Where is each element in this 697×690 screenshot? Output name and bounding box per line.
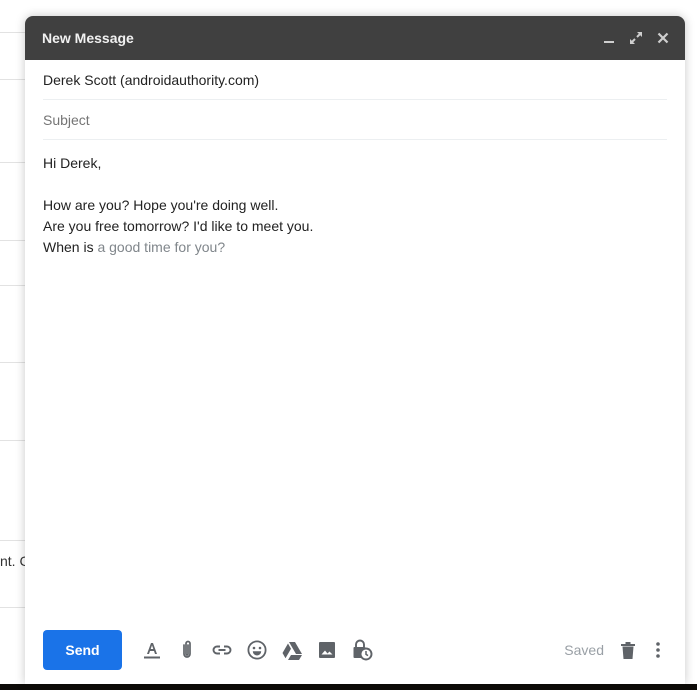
close-button[interactable]: [650, 25, 676, 51]
to-field[interactable]: Derek Scott (androidauthority.com): [43, 60, 667, 100]
expand-icon: [630, 32, 642, 44]
body-line-1: How are you? Hope you're doing well.: [43, 197, 279, 213]
full-screen-button[interactable]: [623, 25, 649, 51]
recipient-chip[interactable]: Derek Scott (androidauthority.com): [43, 72, 259, 88]
format-text-icon: [143, 643, 160, 659]
confidential-mode-button[interactable]: [344, 635, 379, 665]
body-blank-line: [43, 174, 667, 195]
link-icon: [212, 645, 231, 655]
subject-input[interactable]: [43, 111, 667, 128]
minimize-icon: [604, 41, 614, 43]
insert-drive-file-button[interactable]: [274, 635, 309, 665]
photo-icon: [318, 642, 335, 658]
lock-clock-icon: [353, 639, 372, 661]
trash-icon: [620, 642, 635, 659]
close-icon: [657, 32, 669, 44]
drive-icon: [282, 642, 302, 660]
compose-window: New Message Derek Scott (androidauthorit…: [25, 16, 685, 684]
insert-link-button[interactable]: [204, 635, 239, 665]
body-greeting: Hi Derek,: [43, 155, 102, 171]
more-options-button[interactable]: [645, 635, 671, 665]
taskbar-strip: [0, 684, 697, 690]
minimize-button[interactable]: [596, 25, 622, 51]
smart-compose-suggestion: a good time for you?: [97, 239, 226, 255]
message-body[interactable]: Hi Derek, How are you? Hope you're doing…: [25, 140, 685, 258]
draft-status: Saved: [564, 642, 604, 658]
insert-emoji-button[interactable]: [239, 635, 274, 665]
paperclip-icon: [182, 640, 191, 658]
insert-photo-button[interactable]: [309, 635, 344, 665]
typed-text: When is: [43, 239, 98, 255]
send-button[interactable]: Send: [43, 630, 122, 670]
compose-title: New Message: [42, 30, 134, 46]
body-line-3: When is a good time for you?: [43, 237, 667, 258]
compose-footer: Send Saved: [25, 630, 685, 670]
discard-draft-button[interactable]: [610, 635, 645, 665]
body-line-2: Are you free tomorrow? I'd like to meet …: [43, 218, 314, 234]
subject-row: [43, 100, 667, 140]
more-vert-icon: [656, 642, 660, 658]
compose-header[interactable]: New Message: [25, 16, 685, 60]
formatting-options-button[interactable]: [134, 635, 169, 665]
emoji-icon: [246, 640, 267, 660]
attach-files-button[interactable]: [169, 635, 204, 665]
